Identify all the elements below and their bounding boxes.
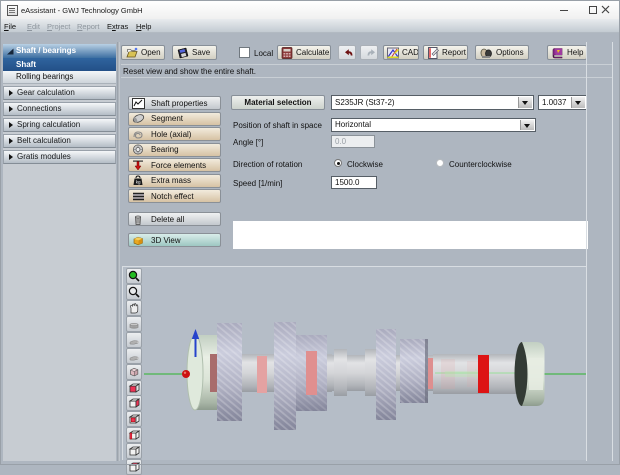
svg-text:kg: kg xyxy=(136,180,141,185)
